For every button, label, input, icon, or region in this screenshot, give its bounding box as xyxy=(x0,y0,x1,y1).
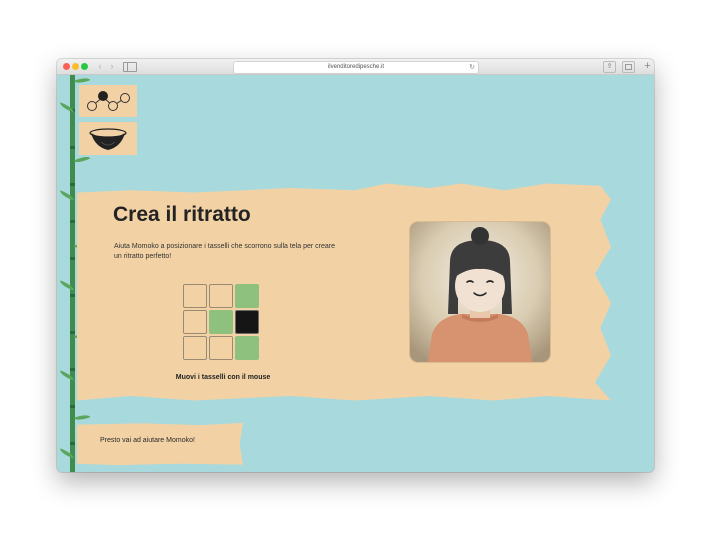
bamboo-stalk-decoration xyxy=(70,75,75,472)
sliding-puzzle-grid[interactable] xyxy=(183,284,259,360)
puzzle-tile[interactable] xyxy=(209,310,233,334)
puzzle-tile[interactable] xyxy=(209,336,233,360)
page-title: Crea il ritratto xyxy=(113,203,251,226)
game-description: Aiuta Momoko a posizionare i tasselli ch… xyxy=(114,243,335,260)
minimize-window-button[interactable] xyxy=(72,63,79,70)
bowl-icon xyxy=(89,128,127,150)
puzzle-tile[interactable] xyxy=(183,310,207,334)
close-window-button[interactable] xyxy=(63,63,70,70)
puzzle-tile[interactable] xyxy=(235,336,259,360)
puzzle-tile[interactable] xyxy=(235,284,259,308)
toast-message: Presto vai ad aiutare Momoko! xyxy=(100,437,195,444)
momoko-portrait xyxy=(410,222,550,362)
back-button[interactable]: ‹ xyxy=(95,61,105,72)
graph-game-card[interactable] xyxy=(79,85,137,117)
puzzle-tile[interactable] xyxy=(183,336,207,360)
url-text: ilvenditoredipesche.it xyxy=(327,64,385,70)
bamboo-leaf xyxy=(73,153,91,166)
forward-button[interactable]: › xyxy=(107,61,117,72)
reload-icon[interactable]: ↻ xyxy=(469,62,475,73)
bamboo-leaf xyxy=(73,412,91,423)
tab-overview-icon[interactable] xyxy=(622,61,635,73)
puzzle-tile-selected[interactable] xyxy=(235,310,259,334)
toast-panel xyxy=(77,422,243,466)
share-icon[interactable]: ⇪ xyxy=(603,61,616,73)
new-tab-button[interactable]: + xyxy=(642,61,653,72)
page-content: Crea il ritratto Aiuta Momoko a posizion… xyxy=(57,75,654,472)
nodes-graph-icon xyxy=(87,91,130,111)
sidebar-toggle-icon[interactable] xyxy=(123,62,137,72)
browser-window: ‹ › ilvenditoredipesche.it ↻ ⇪ + Crea il… xyxy=(57,59,654,472)
puzzle-tile[interactable] xyxy=(209,284,233,308)
zoom-window-button[interactable] xyxy=(81,63,88,70)
puzzle-instruction: Muovi i tasselli con il mouse xyxy=(175,374,271,381)
bowl-game-card[interactable] xyxy=(79,122,137,155)
address-bar[interactable]: ilvenditoredipesche.it ↻ xyxy=(233,61,479,74)
browser-toolbar: ‹ › ilvenditoredipesche.it ↻ ⇪ + xyxy=(57,59,654,75)
puzzle-tile[interactable] xyxy=(183,284,207,308)
